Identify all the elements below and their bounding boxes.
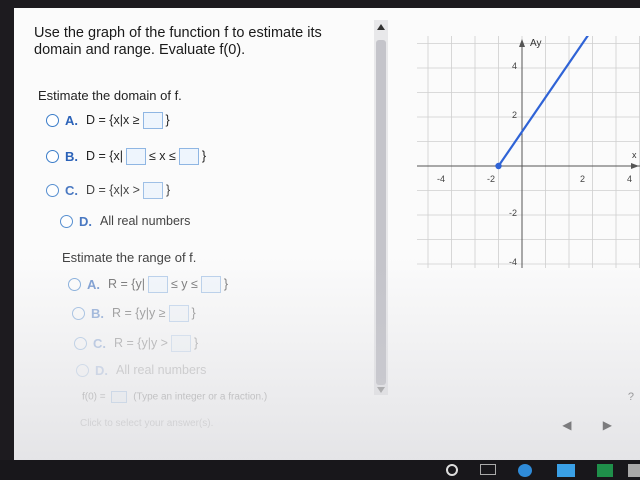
domain-option-a[interactable]: A. D = {x|x ≥ } xyxy=(46,111,170,129)
screen: Use the graph of the function f to estim… xyxy=(14,8,640,460)
question-text: Use the graph of the function f to estim… xyxy=(34,25,322,58)
domain-option-c[interactable]: C. D = {x|x > } xyxy=(46,181,170,199)
answer-box-lower[interactable] xyxy=(125,147,146,165)
task-view-icon[interactable] xyxy=(480,464,496,475)
y-axis-arrow-icon xyxy=(519,39,525,47)
option-letter: D. xyxy=(79,213,92,229)
range-prompt: Estimate the range of f. xyxy=(62,250,197,265)
radio-icon[interactable] xyxy=(68,277,81,291)
option-text: R = {y|y > xyxy=(114,336,168,350)
option-text: D = {x| xyxy=(86,149,123,163)
domain-option-d[interactable]: D. All real numbers xyxy=(60,212,190,230)
option-letter: A. xyxy=(87,276,100,292)
closed-endpoint xyxy=(495,162,502,170)
scroll-thumb[interactable] xyxy=(376,40,386,385)
y-tick-label-2: 2 xyxy=(512,110,517,120)
range-option-d[interactable]: D. All real numbers xyxy=(76,361,206,379)
scroll-down-arrow-icon[interactable] xyxy=(377,387,385,393)
option-close: } xyxy=(193,336,199,350)
option-middle: ≤ y ≤ xyxy=(170,277,198,291)
option-letter: B. xyxy=(91,305,104,321)
option-close: } xyxy=(223,277,229,291)
y-tick-label-4: 4 xyxy=(512,61,517,71)
f-of-zero-hint: (Type an integer or a fraction.) xyxy=(133,391,268,403)
option-letter: C. xyxy=(93,335,106,351)
option-close: } xyxy=(165,183,171,197)
option-close: } xyxy=(201,149,207,163)
graph-grid xyxy=(417,36,640,268)
footer-instruction: Click to select your answer(s). xyxy=(80,418,214,429)
range-option-b[interactable]: B. R = {y|y ≥ } xyxy=(72,304,196,322)
option-letter: D. xyxy=(95,362,108,378)
mail-icon[interactable] xyxy=(628,464,640,477)
x-axis-label: x xyxy=(632,150,637,160)
x-tick-label-neg4: -4 xyxy=(437,174,445,184)
y-tick-label-neg4: -4 xyxy=(509,257,517,267)
radio-icon[interactable] xyxy=(72,306,85,320)
option-letter: C. xyxy=(65,182,78,198)
x-tick-label-2: 2 xyxy=(580,174,585,184)
radio-icon[interactable] xyxy=(76,363,89,377)
option-text: R = {y|y ≥ xyxy=(112,306,166,320)
vertical-scrollbar[interactable] xyxy=(374,20,388,395)
x-axis-arrow-icon xyxy=(631,163,639,169)
x-tick-label-neg2: -2 xyxy=(487,174,495,184)
f-of-zero-row: f(0) = (Type an integer or a fraction.) xyxy=(82,391,267,403)
y-tick-label-neg2: -2 xyxy=(509,208,517,218)
range-option-a[interactable]: A. R = {y| ≤ y ≤ } xyxy=(68,275,228,293)
range-option-c[interactable]: C. R = {y|y > } xyxy=(74,334,198,352)
option-close: } xyxy=(165,113,170,127)
answer-box-upper[interactable] xyxy=(200,275,221,293)
radio-icon[interactable] xyxy=(46,183,59,197)
answer-box-upper[interactable] xyxy=(178,147,199,165)
taskbar xyxy=(0,460,640,480)
f-of-zero-input[interactable] xyxy=(111,391,128,403)
edge-browser-icon[interactable] xyxy=(518,464,532,477)
answer-box[interactable] xyxy=(142,181,163,199)
option-letter: A. xyxy=(65,112,78,128)
answer-box[interactable] xyxy=(142,111,163,129)
y-axis-label: Ay xyxy=(530,38,542,49)
scroll-up-arrow-icon[interactable] xyxy=(377,24,385,30)
domain-option-b[interactable]: B. D = {x| ≤ x ≤ } xyxy=(46,147,206,165)
radio-icon[interactable] xyxy=(74,336,87,350)
answer-box[interactable] xyxy=(168,304,189,322)
option-text: D = {x|x > xyxy=(86,183,140,197)
store-icon[interactable] xyxy=(557,464,575,477)
answer-box-lower[interactable] xyxy=(147,275,168,293)
radio-icon[interactable] xyxy=(46,113,59,127)
option-text: R = {y| xyxy=(108,277,145,291)
option-text: All real numbers xyxy=(100,214,191,228)
radio-icon[interactable] xyxy=(60,214,73,228)
option-text: All real numbers xyxy=(116,363,207,377)
function-graph: Ay x -4 -2 2 4 4 2 -2 -4 xyxy=(417,36,640,268)
f-of-zero-label: f(0) = xyxy=(82,391,106,403)
function-line xyxy=(497,36,589,167)
answer-box[interactable] xyxy=(170,334,191,352)
option-text: D = {x|x ≥ xyxy=(86,113,140,127)
option-middle: ≤ x ≤ xyxy=(148,149,176,163)
question-pane: Use the graph of the function f to estim… xyxy=(14,8,374,460)
search-circle-icon[interactable] xyxy=(446,464,458,476)
domain-prompt: Estimate the domain of f. xyxy=(38,88,182,103)
x-tick-label-4: 4 xyxy=(627,174,632,184)
excel-icon[interactable] xyxy=(597,464,613,477)
nav-arrows-icon[interactable]: ◀ ▶ xyxy=(562,418,626,432)
option-letter: B. xyxy=(65,148,78,164)
option-close: } xyxy=(191,306,196,320)
radio-icon[interactable] xyxy=(46,149,59,163)
help-icon[interactable]: ? xyxy=(628,391,634,403)
